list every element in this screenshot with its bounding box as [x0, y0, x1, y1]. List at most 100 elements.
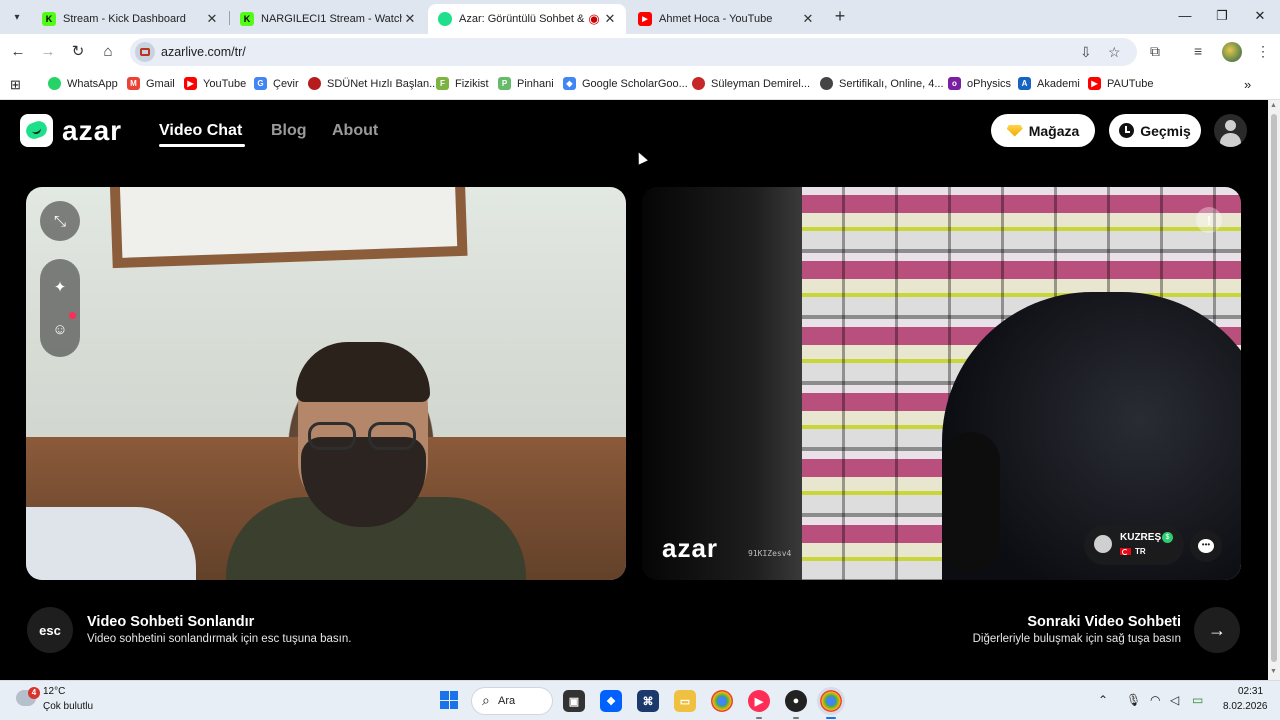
shop-button[interactable]: Mağaza	[991, 114, 1095, 147]
tab-close-icon[interactable]: ✕	[402, 11, 418, 27]
maximize-icon[interactable]: ❐	[1212, 8, 1232, 24]
address-bar[interactable]: azarlive.com/tr/ ⇩ ☆	[130, 38, 1137, 66]
weather-condition[interactable]: Çok bulutlu	[43, 701, 93, 712]
site-info-camera-icon[interactable]	[135, 42, 155, 62]
gem-icon	[1006, 124, 1023, 137]
tab-strip: ▾ K Stream - Kick Dashboard ✕ K NARGILEC…	[0, 0, 1280, 34]
scroll-up-arrow-icon[interactable]: ▲	[1270, 102, 1277, 109]
tray-chevron-icon[interactable]: ⌃	[1098, 693, 1108, 707]
report-alert-icon[interactable]: !	[1196, 207, 1222, 233]
bookmark-ophysics[interactable]: o oPhysics	[948, 77, 1011, 90]
azar-logo-icon	[20, 114, 53, 147]
profile-avatar-icon[interactable]	[1222, 42, 1242, 62]
bookmark-scholar[interactable]: ◆ Google ScholarGoo...	[563, 77, 688, 90]
azar-logo[interactable]: azar	[20, 114, 122, 147]
tab-nargileci-stream[interactable]: K NARGILECI1 Stream - Watch Li ✕	[230, 4, 426, 34]
minimize-video-icon[interactable]: ⤡	[40, 201, 80, 241]
clock-date[interactable]: 8.02.2026	[1223, 701, 1268, 712]
bookmark-akademi[interactable]: A Akademi	[1018, 77, 1080, 90]
new-tab-plus-icon[interactable]: +	[830, 6, 850, 26]
taskbar-search[interactable]: Ara	[471, 687, 553, 715]
minimize-icon[interactable]: —	[1175, 8, 1195, 23]
tab-youtube[interactable]: ▶ Ahmet Hoca - YouTube ✕	[628, 4, 824, 34]
bookmark-pinhani[interactable]: P Pinhani	[498, 77, 554, 90]
tab-title: NARGILECI1 Stream - Watch Li	[261, 13, 402, 25]
bookmark-gmail[interactable]: M Gmail	[127, 77, 175, 90]
magic-wand-icon[interactable]: ✦	[40, 267, 80, 307]
bookmark-star-icon[interactable]: ☆	[1108, 44, 1121, 61]
start-windows-icon[interactable]	[440, 691, 458, 709]
apps-grid-icon[interactable]: ⊞	[10, 77, 21, 93]
tab-close-icon[interactable]: ✕	[602, 11, 618, 27]
bookmark-sdu[interactable]: Süleyman Demirel...	[692, 77, 810, 90]
media-control-icon[interactable]: ≡	[1194, 43, 1202, 59]
history-button[interactable]: Geçmiş	[1109, 114, 1201, 147]
end-chat-subtitle: Video sohbetini sonlandırmak için esc tu…	[87, 633, 352, 645]
tab-close-icon[interactable]: ✕	[204, 11, 220, 27]
nav-about[interactable]: About	[332, 122, 378, 140]
home-icon[interactable]: ⌂	[97, 41, 119, 63]
task-view-icon[interactable]: ▣	[563, 690, 585, 712]
page-scrollbar[interactable]: ▲ ▼	[1268, 100, 1280, 680]
tab-search-chevron-icon[interactable]: ▾	[6, 6, 28, 28]
speaker-icon[interactable]: ◁	[1170, 693, 1179, 707]
bookmark-label: Çevir	[273, 77, 299, 90]
ophysics-icon: o	[948, 77, 961, 90]
back-arrow-icon[interactable]: ←	[7, 41, 29, 63]
chrome-active-icon[interactable]	[817, 687, 845, 715]
chrome-icon[interactable]	[711, 690, 733, 712]
bookmark-label: Google ScholarGoo...	[582, 77, 688, 90]
pillow	[26, 507, 196, 580]
user-avatar-icon[interactable]	[1214, 114, 1247, 147]
running-indicator	[793, 717, 799, 719]
clock-time[interactable]: 02:31	[1238, 686, 1263, 697]
tab-close-icon[interactable]: ✕	[800, 11, 816, 27]
tab-azar[interactable]: Azar: Görüntülü Sohbet & V ◉ ✕	[428, 4, 626, 34]
file-explorer-icon[interactable]: ▭	[674, 690, 696, 712]
nav-blog[interactable]: Blog	[271, 122, 307, 140]
microphone-icon[interactable]: 🎙	[1126, 693, 1141, 707]
bookmark-whatsapp[interactable]: WhatsApp	[48, 77, 118, 90]
next-chat-arrow-button[interactable]: →	[1194, 607, 1240, 653]
bookmark-label: oPhysics	[967, 77, 1012, 90]
extensions-icon[interactable]: ⧉	[1150, 43, 1160, 60]
app-icon[interactable]: ⌘	[637, 690, 659, 712]
url-text[interactable]: azarlive.com/tr/	[161, 45, 246, 59]
more-bookmarks-chevron-icon[interactable]: »	[1244, 77, 1251, 92]
temperature[interactable]: 12°C	[43, 686, 65, 697]
translate-icon: G	[254, 77, 267, 90]
gmail-icon: M	[127, 77, 140, 90]
bookmark-translate[interactable]: G Çevir	[254, 77, 299, 90]
dropbox-icon[interactable]: ❖	[600, 690, 622, 712]
bookmark-label: SDÜNet Hızlı Başlan...	[327, 77, 439, 90]
fizikist-icon: F	[436, 77, 449, 90]
forward-arrow-icon[interactable]: →	[37, 41, 59, 63]
bookmark-label: Fizikist	[455, 77, 489, 90]
bookmark-sdunet[interactable]: SDÜNet Hızlı Başlan...	[308, 77, 438, 90]
bookmark-label: YouTube	[203, 77, 247, 90]
chat-bubble-icon[interactable]: •••	[1190, 530, 1222, 562]
obs-icon[interactable]: ●	[785, 690, 807, 712]
partner-info-chip[interactable]: KUZREŞ $ TR	[1084, 525, 1184, 565]
bookmark-pautube[interactable]: ▶ PAUTube	[1088, 77, 1153, 90]
kebab-menu-icon[interactable]: ⋮	[1256, 43, 1270, 60]
wifi-icon[interactable]: ◠	[1150, 693, 1160, 707]
end-chat-esc-button[interactable]: esc	[27, 607, 73, 653]
install-app-icon[interactable]: ⇩	[1080, 44, 1092, 61]
remote-video: azar 91KIZesv4 ! KUZREŞ $ TR •••	[642, 187, 1241, 580]
scroll-down-arrow-icon[interactable]: ▼	[1270, 668, 1277, 675]
bookmark-sertifikali[interactable]: Sertifikalı, Online, 4...	[820, 77, 944, 90]
nav-video-chat[interactable]: Video Chat	[159, 122, 242, 140]
sdu-icon	[692, 77, 705, 90]
effects-toolbar: ✦ ☺	[40, 259, 80, 357]
bookmark-youtube[interactable]: ▶ YouTube	[184, 77, 246, 90]
reload-icon[interactable]: ↻	[67, 41, 89, 63]
close-window-icon[interactable]: ✕	[1250, 8, 1270, 24]
bookmark-fizikist[interactable]: F Fizikist	[436, 77, 489, 90]
battery-icon[interactable]: ▭	[1192, 693, 1203, 707]
media-player-icon[interactable]: ▶	[748, 690, 770, 712]
tab-kick-dashboard[interactable]: K Stream - Kick Dashboard ✕	[32, 4, 228, 34]
scrollbar-thumb[interactable]	[1271, 114, 1277, 662]
tab-title: Azar: Görüntülü Sohbet & V	[459, 13, 586, 25]
clock-icon	[1119, 123, 1135, 138]
